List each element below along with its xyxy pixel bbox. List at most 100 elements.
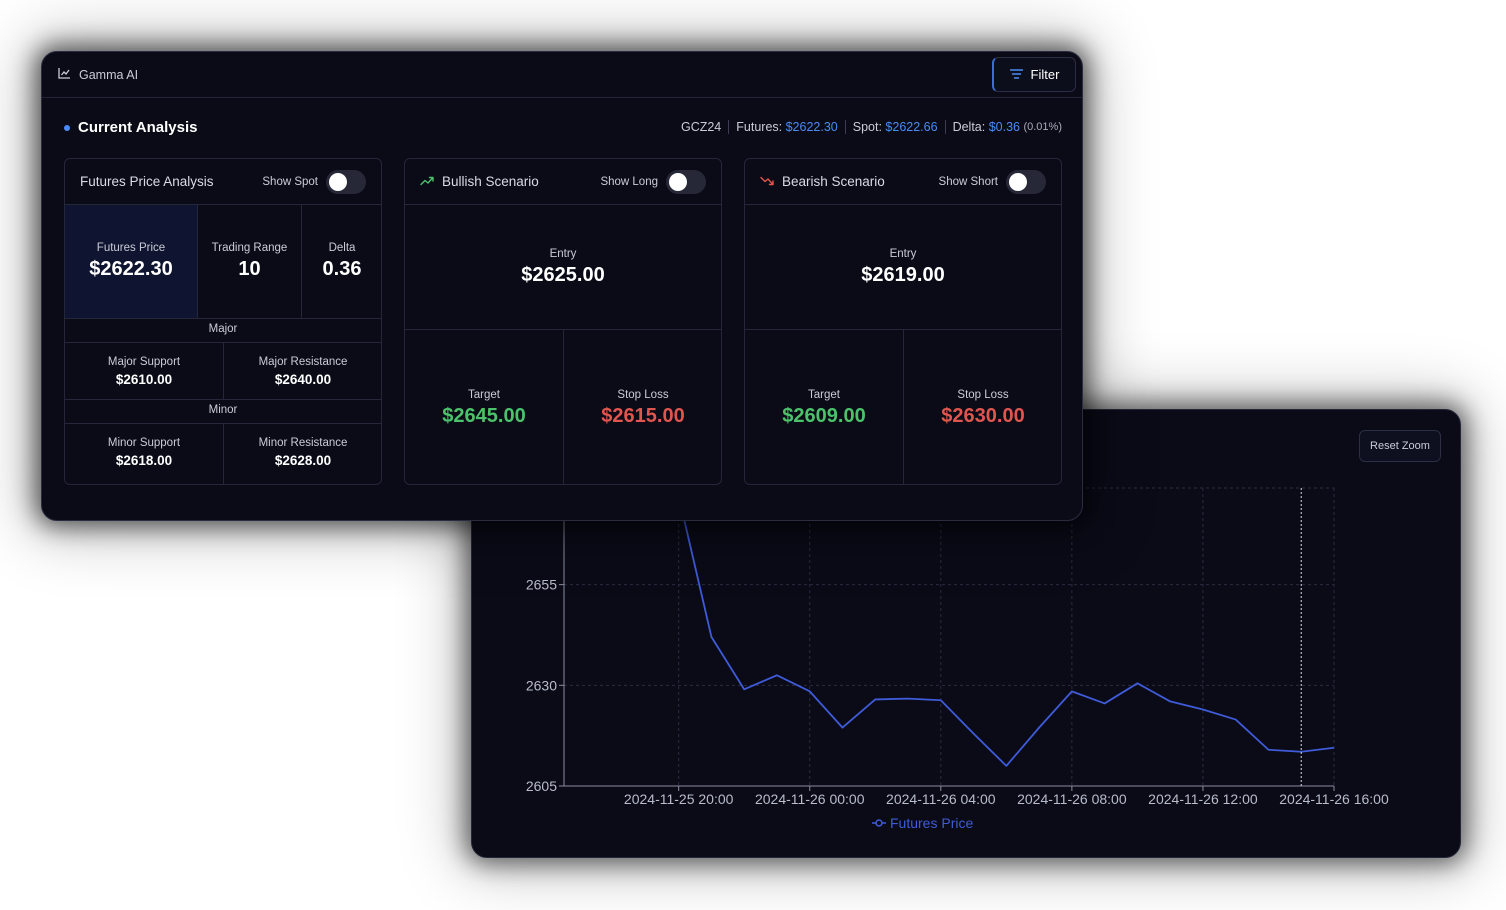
filter-button[interactable]: Filter xyxy=(992,57,1076,92)
major-resistance-label: Major Resistance xyxy=(258,355,348,368)
minor-resistance-cell: Minor Resistance $2628.00 xyxy=(224,424,381,480)
x-tick-label: 2024-11-26 00:00 xyxy=(755,791,865,807)
y-tick-label: 2605 xyxy=(526,778,557,794)
card-title: Futures Price Analysis xyxy=(80,174,214,189)
entry-value: $2625.00 xyxy=(521,263,605,286)
major-support-label: Major Support xyxy=(107,355,181,368)
toggle-label: Show Spot xyxy=(262,176,318,188)
stop-loss-value: $2615.00 xyxy=(601,404,685,427)
entry-label: Entry xyxy=(549,247,577,260)
trading-range-cell: Trading Range 10 xyxy=(198,205,301,318)
y-tick-label: 2655 xyxy=(526,577,557,593)
show-short-toggle[interactable] xyxy=(1006,170,1046,194)
toggle-label: Show Short xyxy=(938,176,998,188)
trend-down-icon xyxy=(760,174,774,189)
major-section-label: Major xyxy=(208,323,238,335)
stop-loss-value: $2630.00 xyxy=(941,404,1025,427)
major-resistance-cell: Major Resistance $2640.00 xyxy=(224,343,381,399)
minor-resistance-label: Minor Resistance xyxy=(258,436,348,449)
futures-price-label: Futures Price xyxy=(96,242,166,254)
delta-value: $0.36 xyxy=(988,120,1020,134)
analysis-title-text: Current Analysis xyxy=(78,119,198,136)
toggle-label: Show Long xyxy=(600,176,658,188)
divider xyxy=(844,120,846,134)
show-spot-toggle-group: Show Spot xyxy=(262,170,366,194)
stop-loss-cell: Stop Loss $2615.00 xyxy=(564,330,721,484)
symbol: GCZ24 xyxy=(680,120,722,134)
spot-label: Spot: xyxy=(852,120,882,134)
target-value: $2645.00 xyxy=(442,404,526,427)
x-tick-label: 2024-11-26 12:00 xyxy=(1148,791,1258,807)
legend-label: Futures Price xyxy=(890,815,973,831)
show-short-toggle-group: Show Short xyxy=(939,170,1046,194)
stop-loss-cell: Stop Loss $2630.00 xyxy=(904,330,1061,484)
major-support-value: $2610.00 xyxy=(115,371,173,387)
market-info: GCZ24 Futures: $2622.30 Spot: $2622.66 D… xyxy=(681,120,1062,134)
delta-label: Delta: xyxy=(952,120,986,134)
divider xyxy=(944,120,946,134)
show-spot-toggle[interactable] xyxy=(326,170,366,194)
divider xyxy=(65,399,381,400)
card-title: Bullish Scenario xyxy=(420,174,539,189)
divider xyxy=(65,318,381,319)
bearish-scenario-card: Bearish Scenario Show Short Entry $2619.… xyxy=(744,158,1062,485)
spot-value: $2622.66 xyxy=(885,120,938,134)
toggle-knob xyxy=(329,173,347,191)
analysis-window: Gamma AI Filter Current Analysis GCZ24 F… xyxy=(41,51,1083,521)
toggle-knob xyxy=(669,173,687,191)
trend-up-icon xyxy=(420,174,434,189)
delta-label: Delta xyxy=(328,242,356,254)
futures-analysis-card: Futures Price Analysis Show Spot Futures… xyxy=(64,158,382,485)
minor-section-label: Minor xyxy=(208,404,238,416)
futures-price-value: $2622.30 xyxy=(89,258,173,280)
entry-cell: Entry $2625.00 xyxy=(405,205,721,329)
stop-loss-label: Stop Loss xyxy=(957,388,1009,401)
trading-range-label: Trading Range xyxy=(211,242,288,254)
major-resistance-value: $2640.00 xyxy=(274,371,332,387)
card-header: Bearish Scenario Show Short xyxy=(745,159,1061,205)
major-support-cell: Major Support $2610.00 xyxy=(65,343,223,399)
app-title: Gamma AI xyxy=(58,67,138,82)
reset-zoom-button[interactable]: Reset Zoom xyxy=(1359,430,1441,462)
legend-marker xyxy=(875,819,883,827)
filter-label: Filter xyxy=(1030,67,1060,82)
card-title-text: Bullish Scenario xyxy=(442,174,539,189)
entry-label: Entry xyxy=(889,247,917,260)
window-header: Gamma AI Filter xyxy=(42,52,1082,98)
target-label: Target xyxy=(468,388,500,401)
app-title-text: Gamma AI xyxy=(79,67,139,82)
stop-loss-label: Stop Loss xyxy=(617,388,669,401)
entry-value: $2619.00 xyxy=(861,263,945,286)
x-tick-label: 2024-11-25 20:00 xyxy=(624,791,734,807)
minor-support-label: Minor Support xyxy=(107,436,181,449)
show-long-toggle-group: Show Long xyxy=(600,170,706,194)
target-cell: Target $2609.00 xyxy=(745,330,903,484)
x-tick-label: 2024-11-26 08:00 xyxy=(1017,791,1127,807)
card-header: Bullish Scenario Show Long xyxy=(405,159,721,205)
card-header: Futures Price Analysis Show Spot xyxy=(65,159,381,205)
minor-support-cell: Minor Support $2618.00 xyxy=(65,424,223,480)
delta-cell: Delta 0.36 xyxy=(302,205,381,318)
analysis-bar: Current Analysis GCZ24 Futures: $2622.30… xyxy=(64,119,1062,139)
delta-percent: (0.01%) xyxy=(1023,121,1062,133)
minor-resistance-value: $2628.00 xyxy=(274,452,332,468)
y-tick-label: 2630 xyxy=(526,677,557,693)
minor-support-value: $2618.00 xyxy=(115,452,173,468)
x-tick-label: 2024-11-26 16:00 xyxy=(1279,791,1389,807)
filter-lines-icon xyxy=(1009,67,1023,82)
toggle-knob xyxy=(1009,173,1027,191)
x-tick-label: 2024-11-26 04:00 xyxy=(886,791,996,807)
bullish-scenario-card: Bullish Scenario Show Long Entry $2625.0… xyxy=(404,158,722,485)
trading-range-value: 10 xyxy=(238,258,261,280)
series-line-futures-price xyxy=(580,491,1335,767)
chart-icon xyxy=(58,67,71,82)
delta-value: 0.36 xyxy=(322,258,362,280)
divider xyxy=(728,120,730,134)
target-label: Target xyxy=(808,388,840,401)
target-value: $2609.00 xyxy=(782,404,866,427)
card-title-text: Bearish Scenario xyxy=(782,174,885,189)
entry-cell: Entry $2619.00 xyxy=(745,205,1061,329)
show-long-toggle[interactable] xyxy=(666,170,706,194)
futures-value: $2622.30 xyxy=(785,120,838,134)
futures-label: Futures: xyxy=(736,120,783,134)
